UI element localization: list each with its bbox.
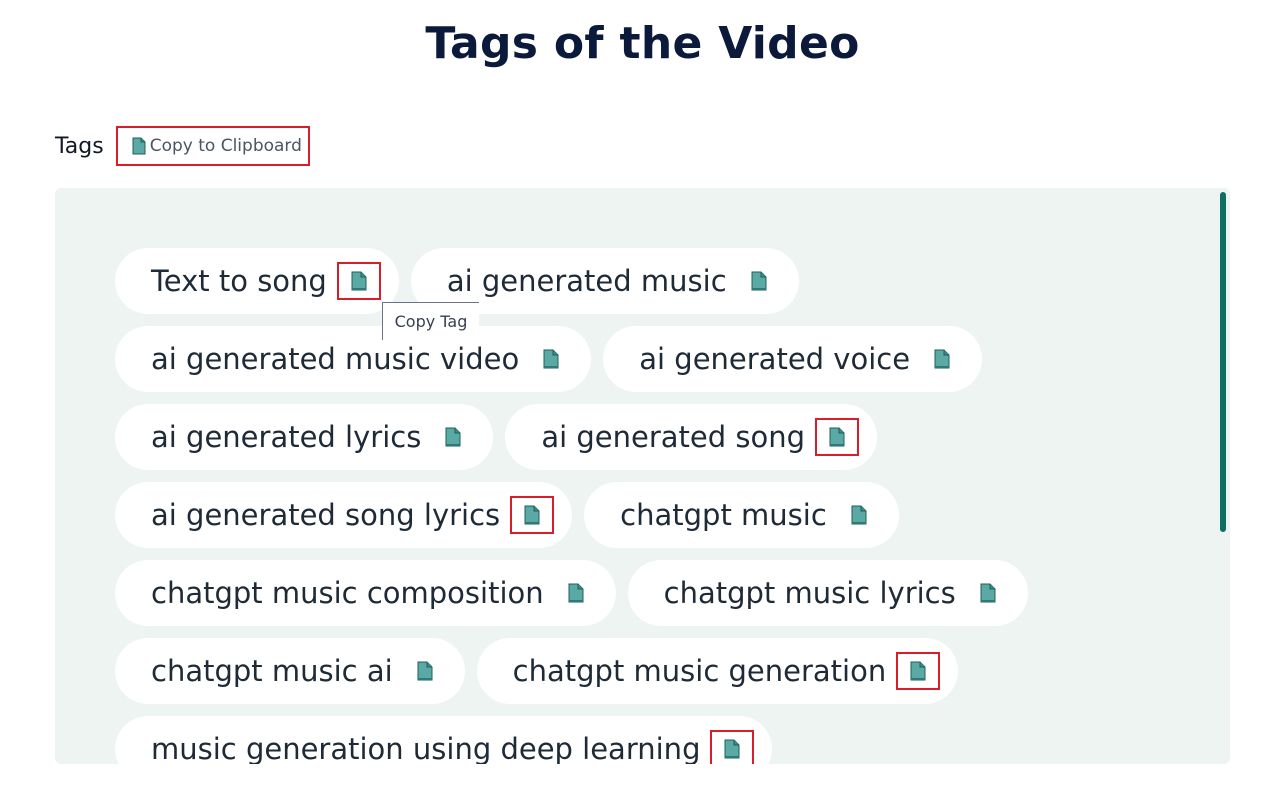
document-copy-icon <box>543 349 559 369</box>
document-copy-icon <box>351 271 367 291</box>
copy-to-clipboard-label: Copy to Clipboard <box>149 136 302 156</box>
document-copy-icon <box>910 661 926 681</box>
copy-tag-button[interactable] <box>815 418 860 456</box>
document-copy-icon <box>445 427 461 447</box>
tag-label: ai generated song <box>541 420 806 454</box>
scrollbar-thumb[interactable] <box>1220 192 1226 532</box>
page-title: Tags of the Video <box>425 18 860 69</box>
copy-tag-button[interactable] <box>920 340 964 378</box>
tag-label: ai generated music <box>446 264 727 298</box>
tag-chip: music generation using deep learning <box>115 716 773 764</box>
tag-chip: ai generated voice <box>603 326 983 392</box>
tags-label: Tags <box>55 133 104 159</box>
tag-label: chatgpt music generation <box>512 654 887 688</box>
tag-panel: Text to song ai generated music ai gener… <box>55 188 1230 764</box>
tag-chip: ai generated song lyrics <box>115 482 573 548</box>
copy-tag-button[interactable] <box>837 496 881 534</box>
copy-tag-button[interactable] <box>554 574 598 612</box>
tag-chip: Text to song <box>115 248 399 314</box>
tag-label: chatgpt music ai <box>151 654 393 688</box>
copy-tag-button[interactable] <box>431 418 475 456</box>
document-copy-icon <box>934 349 950 369</box>
copy-tag-button[interactable] <box>336 262 381 300</box>
copy-tag-button[interactable] <box>710 730 755 764</box>
document-copy-icon <box>132 137 146 155</box>
tag-label: Text to song <box>151 264 327 298</box>
tags-header: Tags Copy to Clipboard <box>55 126 310 166</box>
tag-label: ai generated music video <box>151 342 520 376</box>
document-copy-icon <box>980 583 996 603</box>
copy-tag-button[interactable] <box>896 652 941 690</box>
tag-chip: chatgpt music lyrics <box>627 560 1028 626</box>
tag-chip: chatgpt music <box>584 482 899 548</box>
document-copy-icon <box>851 505 867 525</box>
tag-label: music generation using deep learning <box>151 732 701 764</box>
copy-tag-button[interactable] <box>529 340 573 378</box>
copy-tag-tooltip: Copy Tag <box>382 302 479 340</box>
document-copy-icon <box>568 583 584 603</box>
copy-to-clipboard-button[interactable]: Copy to Clipboard <box>115 126 310 166</box>
tag-chip: ai generated song <box>505 404 878 470</box>
document-copy-icon <box>524 505 540 525</box>
tag-label: ai generated voice <box>639 342 911 376</box>
copy-tag-button[interactable] <box>403 652 447 690</box>
tag-label: chatgpt music lyrics <box>663 576 956 610</box>
copy-tag-button[interactable] <box>510 496 555 534</box>
tag-list: Text to song ai generated music ai gener… <box>115 248 1155 764</box>
document-copy-icon <box>751 271 767 291</box>
document-copy-icon <box>724 739 740 759</box>
tag-chip: chatgpt music ai <box>115 638 465 704</box>
tag-label: ai generated song lyrics <box>151 498 501 532</box>
copy-tag-button[interactable] <box>737 262 781 300</box>
tag-label: chatgpt music <box>620 498 827 532</box>
copy-tag-button[interactable] <box>966 574 1010 612</box>
tag-chip: chatgpt music composition <box>115 560 616 626</box>
tag-label: chatgpt music composition <box>151 576 544 610</box>
tag-label: ai generated lyrics <box>151 420 422 454</box>
tag-chip: ai generated lyrics <box>115 404 494 470</box>
tag-chip: chatgpt music generation <box>476 638 959 704</box>
document-copy-icon <box>417 661 433 681</box>
tag-chip: ai generated music video <box>115 326 592 392</box>
document-copy-icon <box>829 427 845 447</box>
